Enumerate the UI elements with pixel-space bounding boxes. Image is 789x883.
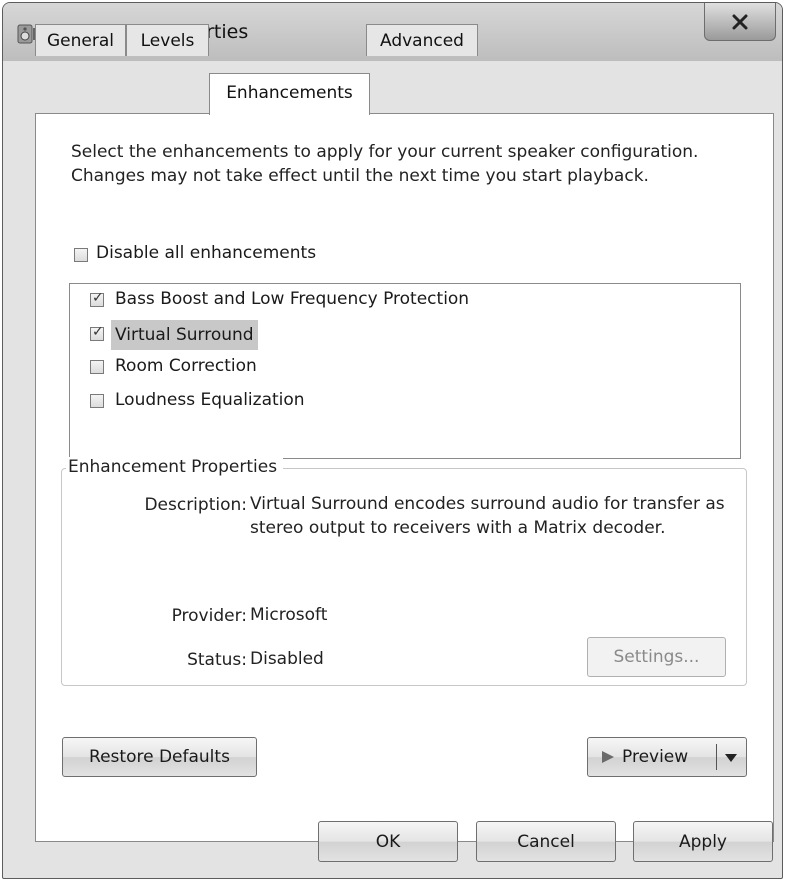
enhancement-checkbox-bass-boost[interactable] — [90, 290, 104, 307]
apply-button[interactable]: Apply — [633, 821, 773, 862]
status-label: Status: — [187, 650, 247, 670]
restore-defaults-button[interactable]: Restore Defaults — [62, 737, 257, 777]
intro-text: Select the enhancements to apply for you… — [71, 142, 699, 186]
tab-advanced[interactable]: Advanced — [366, 24, 478, 56]
ok-button[interactable]: OK — [318, 821, 458, 862]
preview-divider — [716, 744, 717, 770]
enhancement-checkbox-loudness-equalization[interactable] — [90, 394, 104, 408]
enhancement-label-room-correction[interactable]: Room Correction — [115, 356, 257, 376]
close-icon — [732, 14, 748, 29]
description-value: Virtual Surround encodes surround audio … — [250, 494, 725, 538]
tab-enhancements[interactable]: Enhancements — [209, 73, 370, 115]
enhancement-properties-title: Enhancement Properties — [66, 457, 284, 477]
tab-general[interactable]: General — [35, 24, 126, 56]
status-value: Disabled — [250, 649, 324, 669]
tab-levels[interactable]: Levels — [126, 24, 209, 56]
ok-label: OK — [375, 831, 401, 852]
dropdown-arrow-icon[interactable] — [724, 752, 738, 764]
restore-defaults-label: Restore Defaults — [89, 747, 230, 767]
provider-label: Provider: — [171, 606, 247, 626]
preview-split-button[interactable]: Preview — [587, 737, 747, 777]
preview-label: Preview — [622, 747, 689, 767]
provider-value: Microsoft — [250, 605, 328, 625]
cancel-label: Cancel — [517, 831, 575, 852]
apply-label: Apply — [679, 831, 727, 852]
enhancement-label-loudness-equalization[interactable]: Loudness Equalization — [115, 390, 305, 410]
close-button[interactable] — [704, 3, 776, 41]
disable-all-checkbox[interactable] — [74, 248, 88, 262]
description-label: Description: — [144, 495, 247, 515]
enhancement-checkbox-virtual-surround[interactable] — [90, 324, 104, 341]
play-icon — [602, 751, 614, 763]
enhancement-checkbox-room-correction[interactable] — [90, 360, 104, 374]
speaker-icon — [17, 24, 35, 44]
enhancement-label-virtual-surround[interactable]: Virtual Surround — [111, 320, 258, 350]
enhancement-label-bass-boost[interactable]: Bass Boost and Low Frequency Protection — [115, 289, 469, 309]
cancel-button[interactable]: Cancel — [476, 821, 616, 862]
settings-button[interactable]: Settings... — [587, 637, 726, 677]
settings-button-label: Settings... — [613, 647, 700, 667]
disable-all-label[interactable]: Disable all enhancements — [96, 243, 316, 263]
